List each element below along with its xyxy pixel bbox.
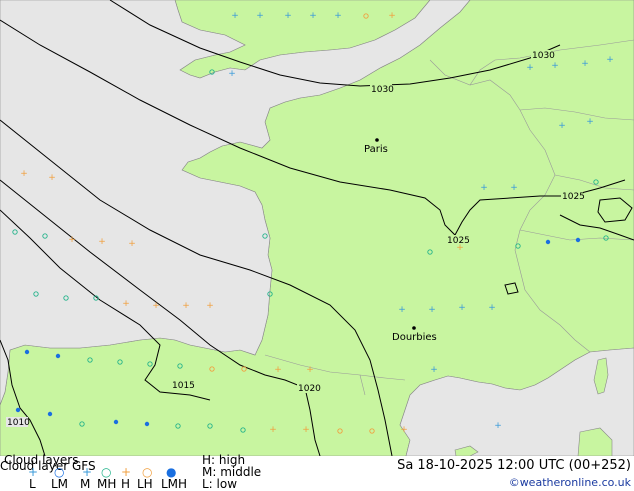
svg-text:+: + — [494, 421, 502, 431]
isobar-label: 1020 — [298, 384, 321, 394]
svg-text:+: + — [558, 121, 566, 131]
svg-text:+: + — [302, 425, 310, 435]
svg-text:+: + — [48, 173, 56, 183]
isobar-label: 1030 — [532, 51, 555, 61]
svg-text:+: + — [231, 11, 239, 21]
svg-text:+: + — [456, 243, 464, 253]
svg-text:+: + — [526, 63, 534, 73]
key-low: L: low — [202, 477, 238, 491]
isobar-label: 1015 — [172, 381, 195, 391]
isobar-label: 1030 — [371, 85, 394, 95]
svg-text:+: + — [269, 425, 277, 435]
isobar-label: 1010 — [7, 418, 30, 428]
city-label-paris: Paris — [364, 144, 388, 155]
svg-text:+: + — [551, 61, 559, 71]
svg-text:+: + — [488, 303, 496, 313]
svg-text:+: + — [274, 365, 282, 375]
svg-text:+: + — [128, 239, 136, 249]
svg-text:+: + — [430, 365, 438, 375]
svg-text:+: + — [284, 11, 292, 21]
svg-text:+: + — [68, 235, 76, 245]
svg-text:+: + — [428, 305, 436, 315]
svg-text:+: + — [182, 301, 190, 311]
svg-text:+: + — [122, 299, 130, 309]
city-dot-dourbies — [412, 326, 416, 330]
weather-map: 1030 1030 1025 1025 1020 1015 1010 Paris… — [0, 0, 634, 456]
svg-text:+: + — [398, 305, 406, 315]
city-label-dourbies: Dourbies — [392, 332, 437, 343]
svg-text:+: + — [306, 365, 314, 375]
legend-label-l: L — [29, 477, 36, 491]
svg-text:+: + — [256, 11, 264, 21]
svg-text:+: + — [581, 59, 589, 69]
legend-label-lh: LH — [137, 477, 153, 491]
svg-text:+: + — [586, 117, 594, 127]
legend-label-lm: LM — [51, 477, 69, 491]
footer: Cloud layers Cloud layer GFS + ○ + ○ + ○… — [0, 454, 634, 491]
legend-label-m: M — [80, 477, 91, 491]
credit-link[interactable]: ©weatheronline.co.uk — [509, 476, 631, 489]
svg-text:+: + — [606, 55, 614, 65]
legend-label-lmh: LMH — [161, 477, 188, 491]
svg-text:+: + — [458, 303, 466, 313]
legend-label-mh: MH — [97, 477, 117, 491]
svg-text:+: + — [152, 301, 160, 311]
svg-text:+: + — [334, 11, 342, 21]
city-dot-paris — [375, 138, 379, 142]
svg-text:+: + — [20, 169, 28, 179]
legend-label-h: H — [121, 477, 131, 491]
svg-text:+: + — [309, 11, 317, 21]
svg-text:+: + — [480, 183, 488, 193]
forecast-datetime: Sa 18-10-2025 12:00 UTC (00+252) — [397, 458, 631, 473]
isobar-label: 1025 — [562, 192, 585, 202]
svg-text:+: + — [206, 301, 214, 311]
svg-text:+: + — [228, 69, 236, 79]
svg-text:+: + — [400, 425, 408, 435]
svg-text:+: + — [388, 11, 396, 21]
svg-text:+: + — [98, 237, 106, 247]
svg-text:+: + — [510, 183, 518, 193]
